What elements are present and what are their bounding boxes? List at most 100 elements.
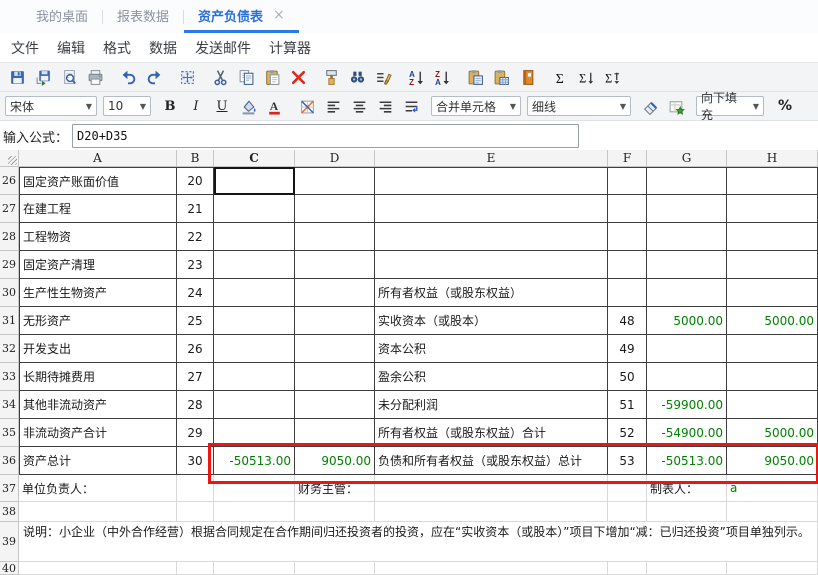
row-header-34[interactable]: 34 — [0, 391, 19, 419]
cell-B35[interactable]: 29 — [177, 419, 214, 447]
cell-B27[interactable]: 21 — [177, 195, 214, 223]
italic-button[interactable]: I — [183, 94, 209, 118]
cell-H34[interactable] — [727, 391, 818, 419]
cell-A40[interactable] — [19, 562, 177, 575]
cell-G34[interactable]: -59900.00 — [647, 391, 727, 419]
menu-item-6[interactable]: 计算器 — [260, 38, 320, 58]
cell-D37[interactable]: 财务主管： — [295, 475, 375, 502]
cell-F36[interactable]: 53 — [608, 447, 647, 475]
tab-1[interactable]: 我的桌面 — [22, 0, 102, 33]
cell-D36[interactable]: 9050.00 — [295, 447, 375, 475]
cell-style-icon[interactable] — [663, 94, 689, 118]
cell-D40[interactable] — [295, 562, 375, 575]
cell-C34[interactable] — [214, 391, 295, 419]
cell-C27[interactable] — [214, 195, 295, 223]
cell-C33[interactable] — [214, 363, 295, 391]
row-header-27[interactable]: 27 — [0, 195, 19, 223]
column-header-F[interactable]: F — [608, 150, 647, 167]
cell-G36[interactable]: -50513.00 — [647, 447, 727, 475]
cell-A35[interactable]: 非流动资产合计 — [19, 419, 177, 447]
row-header-26[interactable]: 26 — [0, 167, 19, 195]
cell-C35[interactable] — [214, 419, 295, 447]
cell-G27[interactable] — [647, 195, 727, 223]
wrap-text-icon[interactable] — [398, 94, 424, 118]
cell-H38[interactable] — [727, 502, 818, 522]
print-preview-icon[interactable] — [56, 65, 82, 89]
cell-F32[interactable]: 49 — [608, 335, 647, 363]
sum-row-icon[interactable]: Σ — [599, 65, 625, 89]
cell-A38[interactable] — [19, 502, 177, 522]
cell-H29[interactable] — [727, 251, 818, 279]
cell-B30[interactable]: 24 — [177, 279, 214, 307]
cell-E34[interactable]: 未分配利润 — [375, 391, 608, 419]
font-color-icon[interactable]: A — [261, 94, 287, 118]
cell-E38[interactable] — [375, 502, 608, 522]
cell-F38[interactable] — [608, 502, 647, 522]
font-size-select[interactable]: 10 ▼ — [103, 96, 151, 116]
cell-G29[interactable] — [647, 251, 727, 279]
select-all-corner[interactable] — [0, 150, 19, 167]
paste-values-icon[interactable] — [488, 65, 514, 89]
eraser-icon[interactable] — [637, 94, 663, 118]
cell-B26[interactable]: 20 — [177, 167, 214, 195]
cell-E28[interactable] — [375, 223, 608, 251]
tab-3[interactable]: 资产负债表× — [184, 0, 299, 33]
row-header-38[interactable]: 38 — [0, 502, 19, 522]
paste-icon[interactable] — [259, 65, 285, 89]
cell-G31[interactable]: 5000.00 — [647, 307, 727, 335]
cell-D34[interactable] — [295, 391, 375, 419]
cell-A37[interactable]: 单位负责人： — [19, 475, 177, 502]
row-header-31[interactable]: 31 — [0, 307, 19, 335]
cell-H31[interactable]: 5000.00 — [727, 307, 818, 335]
cell-A32[interactable]: 开发支出 — [19, 335, 177, 363]
menu-item-5[interactable]: 发送邮件 — [186, 38, 260, 58]
cell-A26[interactable]: 固定资产账面价值 — [19, 167, 177, 195]
cell-A29[interactable]: 固定资产清理 — [19, 251, 177, 279]
cell-H32[interactable] — [727, 335, 818, 363]
cell-B29[interactable]: 23 — [177, 251, 214, 279]
cell-D32[interactable] — [295, 335, 375, 363]
merge-cells-select[interactable]: 合并单元格 ▼ — [431, 96, 521, 116]
select-area-icon[interactable] — [174, 65, 200, 89]
cell-G35[interactable]: -54900.00 — [647, 419, 727, 447]
cell-F37[interactable] — [608, 475, 647, 502]
align-right-icon[interactable] — [372, 94, 398, 118]
cell-E29[interactable] — [375, 251, 608, 279]
cell-C37[interactable] — [214, 475, 295, 502]
cell-C28[interactable] — [214, 223, 295, 251]
column-header-H[interactable]: H — [727, 150, 818, 167]
bold-button[interactable]: B — [157, 94, 183, 118]
cell-H35[interactable]: 5000.00 — [727, 419, 818, 447]
row-header-33[interactable]: 33 — [0, 363, 19, 391]
border-line-select[interactable]: 细线 ▼ — [527, 96, 631, 116]
font-family-select[interactable]: 宋体 ▼ — [5, 96, 97, 116]
cell-H37[interactable]: a — [727, 475, 818, 502]
cell-F40[interactable] — [608, 562, 647, 575]
cell-A36[interactable]: 资产总计 — [19, 447, 177, 475]
note-cell-39[interactable]: 说明：小企业（中外合作经营）根据合同规定在合作期间归还投资者的投资，应在“实收资… — [19, 522, 818, 562]
percent-button[interactable]: % — [778, 98, 792, 114]
cell-B38[interactable] — [177, 502, 214, 522]
cell-E31[interactable]: 实收资本（或股本） — [375, 307, 608, 335]
save-as-icon[interactable] — [30, 65, 56, 89]
cell-H40[interactable] — [727, 562, 818, 575]
sort-desc-icon[interactable]: ZA — [429, 65, 455, 89]
cell-B32[interactable]: 26 — [177, 335, 214, 363]
cell-F31[interactable]: 48 — [608, 307, 647, 335]
cell-E30[interactable]: 所有者权益（或股东权益） — [375, 279, 608, 307]
row-header-30[interactable]: 30 — [0, 279, 19, 307]
cell-G28[interactable] — [647, 223, 727, 251]
cell-H30[interactable] — [727, 279, 818, 307]
cell-H26[interactable] — [727, 167, 818, 195]
cell-B37[interactable] — [177, 475, 214, 502]
align-center-icon[interactable] — [346, 94, 372, 118]
cell-E35[interactable]: 所有者权益（或股东权益）合计 — [375, 419, 608, 447]
cell-G38[interactable] — [647, 502, 727, 522]
cell-G26[interactable] — [647, 167, 727, 195]
cell-A27[interactable]: 在建工程 — [19, 195, 177, 223]
row-header-40[interactable]: 40 — [0, 562, 19, 575]
cell-B31[interactable]: 25 — [177, 307, 214, 335]
fill-color-icon[interactable] — [235, 94, 261, 118]
print-icon[interactable] — [82, 65, 108, 89]
row-header-37[interactable]: 37 — [0, 475, 19, 502]
